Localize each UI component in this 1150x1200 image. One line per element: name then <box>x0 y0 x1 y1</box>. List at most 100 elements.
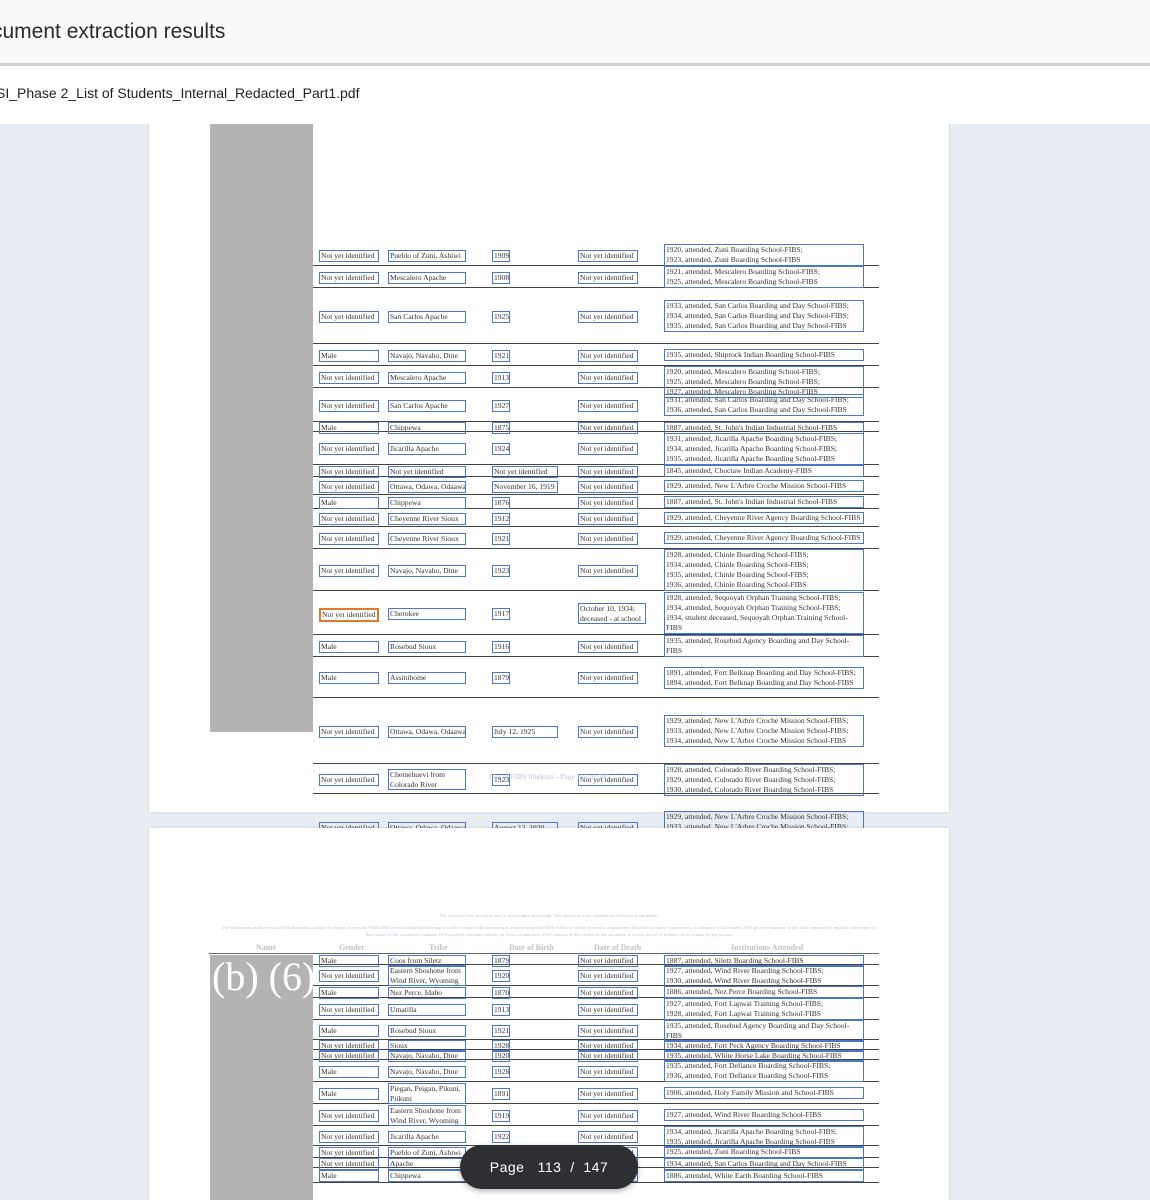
date-of-birth-cell: 1876 <box>492 496 510 509</box>
page-indicator: Page 113 / 147 <box>460 1145 638 1189</box>
institutions-cell: 1891, attended, Fort Belknap Boarding an… <box>664 666 864 689</box>
date-of-death-cell: Not yet identified <box>578 532 638 545</box>
app-title-bar: cument extraction results <box>0 0 1150 64</box>
tribe-cell: Rosebud Sioux <box>388 1024 466 1037</box>
disclaimer-notice-legal: The information in this version of this … <box>221 925 877 937</box>
tribe-cell: San Carlos Apache <box>388 399 466 412</box>
institutions-cell: 1931, attended, San Carlos Boarding and … <box>664 394 864 416</box>
current-page: 113 <box>537 1159 562 1175</box>
gender-cell: Not yet identified <box>319 249 379 262</box>
table-row: Not yet identified Cherokee 1917 October 10… <box>313 591 879 635</box>
institution-line: 1933, attended, New L'Arbre Croche Missi… <box>666 726 849 735</box>
tribe-cell: Jicarilla Apache <box>388 443 466 455</box>
table-row: Not yet identified Eastern Shoshone from … <box>313 965 879 987</box>
table-row: Not yet identified Sioux 1928 Not yet ident… <box>313 1040 879 1052</box>
institution-line: 1929, attended, Cheyenne River Agency Bo… <box>666 533 861 542</box>
institutions-cell: 1935, attended, Rosebud Agency Boarding … <box>664 635 864 657</box>
pdf-page-113: Not yet identified Pueblo of Zuni, Ashiwi… <box>149 124 949 860</box>
tribe-cell: Not yet identified <box>388 465 466 478</box>
date-of-death-cell: Not yet identified <box>578 310 638 323</box>
table-row: Not yet identified San Carlos Apache 1925 N… <box>313 288 879 344</box>
header-date-of-death: Date of Death <box>594 943 642 952</box>
institution-line: 1934, attended, San Carlos Boarding and … <box>666 311 849 320</box>
institution-line: 1929, attended, New L'Arbre Croche Missi… <box>666 812 849 821</box>
institutions-cell: 1925, attended, Zuni Boarding School-FIB… <box>664 1146 864 1158</box>
gender-cell: Not yet identified <box>319 1130 379 1143</box>
gender-cell: Not yet identified <box>319 465 379 478</box>
gender-cell: Male <box>319 1087 379 1100</box>
date-of-birth-cell: 1908 <box>492 271 510 284</box>
institution-line: 1906, attended, Holy Family Mission and … <box>666 1088 834 1097</box>
date-of-death-cell: Not yet identified <box>578 1024 638 1037</box>
app-title: cument extraction results <box>0 20 226 43</box>
table-row: Not yet identified Not yet identified Not … <box>313 465 879 478</box>
file-name: SI_Phase 2_List of Students_Internal_Red… <box>0 85 360 101</box>
date-of-birth-cell: 1923 <box>492 564 510 577</box>
institution-line: 1935, attended, Rosebud Agency Boarding … <box>666 636 850 645</box>
total-pages: 147 <box>583 1159 609 1175</box>
institution-line: 1931, attended, Jicarilla Apache Boardin… <box>666 433 838 443</box>
header-name: Name <box>256 943 276 952</box>
institution-line: 1933, attended, San Carlos Boarding and … <box>666 301 849 310</box>
pdf-viewer[interactable]: Not yet identified Pueblo of Zuni, Ashiwi… <box>0 124 1150 1200</box>
date-of-birth-cell: 1870 <box>492 986 510 999</box>
date-of-death-cell: Not yet identified <box>578 640 638 653</box>
institution-line: 1891, attended, Fort Belknap Boarding an… <box>666 667 856 677</box>
table-row: Not yet identified Navajo, Navaho, Dine 19… <box>313 1050 879 1062</box>
date-of-birth-cell: 1917 <box>492 607 510 620</box>
date-of-birth-cell: 1879 <box>492 672 510 684</box>
tribe-cell: Piegan, Peigan, Pikuni, Piikuni <box>388 1082 466 1104</box>
tribe-cell: Umatilla <box>388 1003 466 1016</box>
institution-line: 1935, attended, Fort Defiance Boarding S… <box>666 1061 831 1070</box>
institution-line: 1936, attended, San Carlos Boarding and … <box>666 405 847 414</box>
table-row: Not yet identified Umatilla 1913 Not yet id… <box>313 998 879 1020</box>
institutions-cell: 1929, attended, New L'Arbre Croche Missi… <box>664 715 864 747</box>
tribe-cell: Chippewa <box>388 1170 466 1182</box>
institution-line: 1886, attended, White Earth Boarding Sch… <box>666 1170 823 1180</box>
header-gender: Gender <box>339 943 365 952</box>
date-of-birth-cell: 1928 <box>492 1065 510 1078</box>
institutions-cell: 1845, attended, Choctaw Indian Academy-F… <box>664 465 864 477</box>
institution-line: 1928, attended, Fort Lapwai Training Sch… <box>666 1009 822 1018</box>
institutions-cell: 1887, attended, St. John's Indian Indust… <box>664 496 864 508</box>
institutions-cell: 1906, attended, Holy Family Mission and … <box>664 1087 864 1099</box>
institutions-cell: 1921, attended, Mescalero Boarding Schoo… <box>664 266 864 288</box>
date-of-death-cell: Not yet identified <box>578 1109 638 1122</box>
date-of-birth-cell: 1919 <box>492 1109 510 1122</box>
date-of-birth-cell: 1913 <box>492 1003 510 1016</box>
institution-line: 1925, attended, Mescalero Boarding Schoo… <box>666 377 820 386</box>
table-row: Not yet identified Jicarilla Apache 1924 No… <box>313 432 879 465</box>
institutions-cell: 1886, attended, White Earth Boarding Sch… <box>664 1169 864 1182</box>
institution-line: 1928, attended, Chinle Boarding School-F… <box>666 550 809 559</box>
institutions-cell: 1929, attended, New L'Arbre Croche Missi… <box>664 480 864 492</box>
tribe-cell: Mescalero Apache <box>388 371 466 384</box>
tribe-cell: Navajo, Navaho, Dine <box>388 349 466 362</box>
tribe-cell: Cherokee <box>388 607 466 620</box>
institutions-cell: 1933, attended, San Carlos Boarding and … <box>664 300 864 332</box>
institution-line: 1934, student deceased, Sequoyah Orphan … <box>666 613 848 622</box>
gender-cell: Male <box>319 496 379 509</box>
date-of-death-cell: October 10, 1934; deceased - at school <box>578 602 646 624</box>
institutions-cell: 1931, attended, Jicarilla Apache Boardin… <box>664 432 864 465</box>
gender-cell: Not yet identified <box>319 532 379 545</box>
table-row: Male Rosebud Sioux 1916 Not yet identified 1… <box>313 635 879 657</box>
page-label: Page <box>489 1159 525 1175</box>
institution-line: 1929, attended, New L'Arbre Croche Missi… <box>666 481 847 490</box>
table-row: Male Navajo, Navaho, Dine 1928 Not yet iden… <box>313 1060 879 1082</box>
gender-cell: Not yet identified <box>319 399 379 412</box>
institution-line: 1927, attended, Wind River Boarding Scho… <box>666 1110 822 1119</box>
institutions-cell: 1935, attended, Shiprock Indian Boarding… <box>664 349 864 361</box>
table-row: Not yet identified Ottawa, Odawa, Odaawaa… <box>313 477 879 495</box>
institution-line: 1936, attended, Fort Defiance Boarding S… <box>666 1071 829 1080</box>
gender-cell: Male <box>319 640 379 653</box>
date-of-birth-cell: 1913 <box>492 371 510 384</box>
date-of-birth-cell: 1925 <box>492 310 510 323</box>
tribe-cell: San Carlos Apache <box>388 310 466 323</box>
table-row: Not yet identified Mescalero Apache 1908 No… <box>313 266 879 288</box>
date-of-death-cell: Not yet identified <box>578 512 638 525</box>
institution-line: FIBS <box>666 646 683 655</box>
table-row: Not yet identified Eastern Shoshone from … <box>313 1104 879 1126</box>
date-of-death-cell: Not yet identified <box>578 443 638 455</box>
tribe-cell: Assiniboine <box>388 672 466 684</box>
date-of-death-cell: Not yet identified <box>578 480 638 493</box>
